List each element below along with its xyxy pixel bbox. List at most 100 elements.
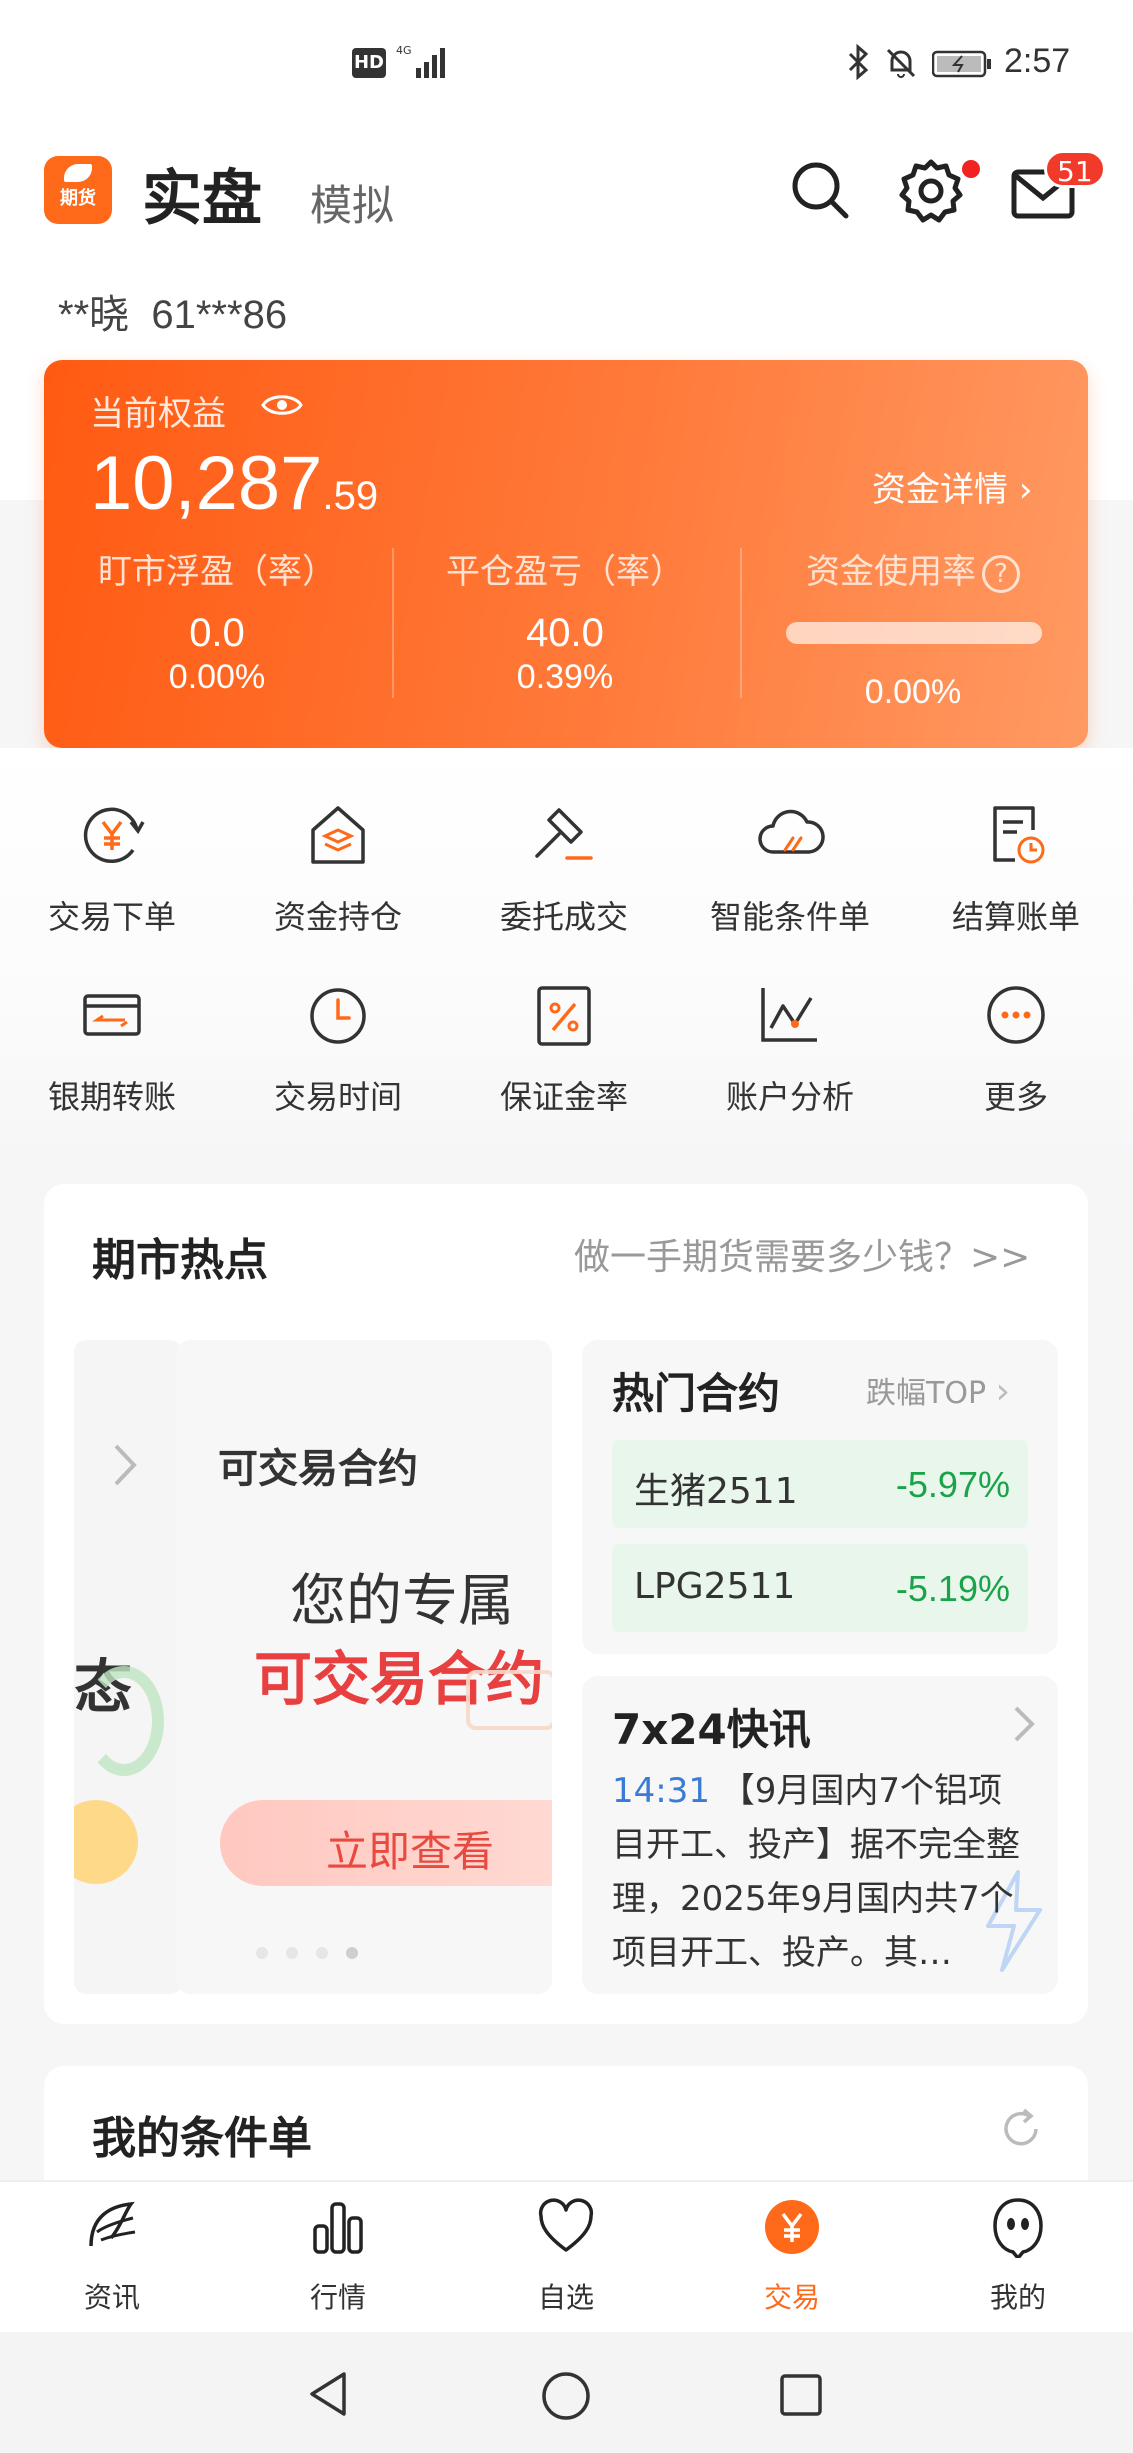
news-text: 14:31 【9月国内7个铝项目开工、投产】据不完全整理，2025年9月国内共7… (612, 1764, 1032, 1980)
carousel-dots (256, 1944, 376, 1963)
nav-market[interactable]: 行情 (268, 2196, 408, 2316)
section-title: 期市热点 (92, 1235, 268, 1286)
conditions-title: 我的条件单 (92, 2113, 312, 2164)
slide-text-clip: 您的专属 可交易合约 (176, 1500, 552, 1800)
chevron-right-icon: › (1018, 470, 1033, 510)
clock-icon (310, 988, 366, 1044)
nav-trade[interactable]: 交易 (722, 2196, 862, 2316)
hot-contract-row[interactable]: 生猪2511 -5.97% (612, 1440, 1028, 1528)
home-icon[interactable] (540, 2370, 592, 2422)
battery-icon (932, 50, 991, 78)
fn-smart-conditions[interactable]: 智能条件单 (690, 800, 890, 938)
equity-value-decimal: .59 (322, 474, 379, 518)
house-layers-icon (311, 806, 365, 864)
hd-indicator: HD (352, 48, 386, 78)
back-icon[interactable] (304, 2368, 352, 2420)
fn-orders-fills[interactable]: 委托成交 (464, 800, 664, 938)
card-transfer-icon (83, 994, 141, 1036)
carousel-dot (286, 1947, 298, 1959)
account-info: **晓 61***86 (58, 282, 287, 340)
nav-profile[interactable]: 我的 (948, 2196, 1088, 2316)
nav-watchlist[interactable]: 自选 (496, 2196, 636, 2316)
nav-label: 自选 (537, 2281, 594, 2314)
clock-time: 2:57 (1004, 42, 1071, 80)
contract-name: LPG2511 (634, 1566, 796, 1607)
carousel-dot (256, 1947, 268, 1959)
bluetooth-icon (848, 44, 869, 80)
fn-label: 更多 (983, 1078, 1048, 1116)
line-chart-icon (761, 988, 817, 1042)
fn-margin-rate[interactable]: 保证金率 (464, 980, 664, 1118)
bar-chart-icon (313, 2202, 363, 2254)
network-label: 4G (396, 44, 412, 57)
tab-real-trading[interactable]: 实盘 (142, 150, 262, 237)
search-icon[interactable] (788, 158, 852, 222)
nav-label: 资讯 (83, 2281, 140, 2314)
metric-title-text: 资金使用率 (806, 552, 976, 592)
decor-coin (74, 1800, 138, 1884)
hot-contracts-sort[interactable]: 跌幅TOP › (866, 1368, 1010, 1412)
equity-label: 当前权益 (90, 394, 226, 434)
mute-bell-icon (886, 48, 916, 78)
news-time: 14:31 (612, 1771, 710, 1811)
fn-label: 交易下单 (47, 898, 176, 936)
metric-value: 0.0 (189, 611, 245, 655)
nav-label: 我的 (989, 2281, 1046, 2314)
fn-label: 资金持仓 (273, 898, 402, 936)
view-now-label: 立即查看 (326, 1827, 495, 1876)
metric-title: 平仓盈亏（率） (446, 552, 684, 592)
help-icon[interactable]: ? (982, 554, 1020, 593)
metric-percent: 0.39% (516, 658, 614, 696)
nav-news[interactable]: 资讯 (42, 2196, 182, 2316)
mail-badge: 51 (1044, 150, 1106, 188)
account-name: **晓 (58, 293, 130, 337)
nav-label: 行情 (309, 2281, 366, 2314)
slide-title: 可交易合约 (218, 1446, 418, 1492)
tab-simulation[interactable]: 模拟 (310, 172, 394, 233)
fn-funds-positions[interactable]: 资金持仓 (238, 800, 438, 938)
fn-label: 银期转账 (47, 1078, 176, 1116)
fn-account-analysis[interactable]: 账户分析 (690, 980, 890, 1118)
refresh-icon[interactable] (998, 2106, 1044, 2152)
metric-percent: 0.00% (864, 673, 962, 711)
logo-text: 期货 (60, 188, 96, 209)
profile-icon (993, 2198, 1043, 2261)
equity-value: 10,287.59 (90, 440, 378, 527)
eye-icon[interactable] (260, 390, 304, 420)
nav-label: 交易 (763, 2281, 820, 2314)
equity-value-main: 10,287 (90, 441, 323, 526)
account-id: 61***86 (151, 293, 288, 337)
chevron-right-icon: › (995, 1371, 1010, 1412)
hot-contracts-sort-label: 跌幅TOP (866, 1376, 987, 1411)
cloud-icon (758, 809, 825, 854)
hot-contracts-title: 热门合约 (612, 1369, 781, 1418)
fund-usage-bar (786, 622, 1042, 644)
contract-name: 生猪2511 (634, 1471, 798, 1512)
metric-title: 资金使用率? (748, 544, 1078, 593)
news-icon (89, 2201, 136, 2247)
recents-icon[interactable] (778, 2372, 824, 2418)
decor-box (466, 1670, 552, 1730)
app-logo: 期货 (44, 156, 112, 224)
fn-trading-hours[interactable]: 交易时间 (238, 980, 438, 1118)
fn-label: 委托成交 (499, 898, 628, 936)
heart-icon (538, 2198, 594, 2252)
fund-detail-label: 资金详情 (872, 470, 1008, 510)
fn-more[interactable]: 更多 (916, 980, 1116, 1118)
fn-trade-order[interactable]: 交易下单 (12, 800, 212, 938)
gear-icon[interactable] (898, 158, 964, 224)
metric-closed-pnl: 平仓盈亏（率） 40.0 0.39% (400, 544, 730, 697)
trade-yuan-icon (765, 2200, 819, 2254)
fn-settlement-bill[interactable]: 结算账单 (916, 800, 1116, 938)
chevron-right-icon (1014, 1706, 1035, 1742)
fund-detail-link[interactable]: 资金详情 › (872, 462, 1032, 511)
contract-change: -5.97% (895, 1464, 1010, 1505)
margin-cost-link[interactable]: 做一手期货需要多少钱？>> (574, 1228, 1030, 1280)
yuan-cycle-icon (83, 807, 145, 864)
divider (392, 548, 394, 698)
carousel-dot (316, 1947, 328, 1959)
metric-title: 盯市浮盈（率） (98, 552, 336, 592)
carousel-prev-slide[interactable]: 态 (74, 1340, 182, 1994)
fn-bank-transfer[interactable]: 银期转账 (12, 980, 212, 1118)
hot-contract-row[interactable]: LPG2511 -5.19% (612, 1544, 1028, 1632)
